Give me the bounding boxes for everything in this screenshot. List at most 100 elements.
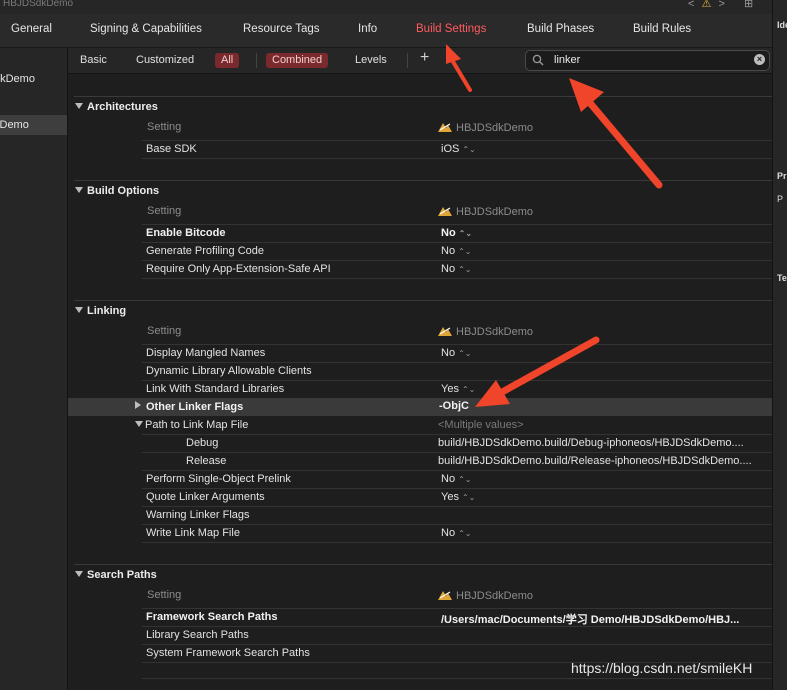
search-input[interactable] [554, 52, 744, 67]
setting-require-app-extension-safe-api[interactable]: Require Only App-Extension-Safe API [146, 263, 331, 275]
column-header-project: HBJDSdkDemo [437, 589, 533, 602]
stepper-icon: ⌃⌄ [461, 493, 476, 502]
setting-link-with-standard-libraries[interactable]: Link With Standard Libraries [146, 383, 284, 395]
row-divider [142, 488, 772, 489]
section-architectures[interactable]: Architectures [75, 101, 158, 113]
filter-levels-button[interactable]: Levels [349, 53, 393, 68]
disclosure-triangle-icon[interactable] [135, 421, 143, 427]
section-divider [74, 180, 772, 181]
sidebar-item-target[interactable]: kDemo [0, 115, 67, 135]
tab-build-rules[interactable]: Build Rules [633, 23, 691, 35]
setting-value-write-link-map-file[interactable]: No ⌃⌄ [441, 527, 471, 539]
setting-other-linker-flags[interactable]: Other Linker Flags [135, 401, 243, 413]
column-header-project: HBJDSdkDemo [437, 325, 533, 338]
setting-value-other-linker-flags[interactable]: -ObjC [439, 400, 469, 412]
setting-value-quote-linker-arguments[interactable]: Yes ⌃⌄ [441, 491, 475, 503]
setting-value-enable-bitcode[interactable]: No ⌃⌄ [441, 227, 472, 239]
stepper-icon: ⌃⌄ [458, 247, 472, 256]
disclosure-triangle-icon[interactable] [135, 401, 141, 409]
tab-build-settings[interactable]: Build Settings [416, 23, 486, 35]
warning-icon[interactable]: ⚠ [702, 0, 712, 10]
setting-write-link-map-file[interactable]: Write Link Map File [146, 527, 240, 539]
nav-forward-icon[interactable]: > [718, 0, 724, 10]
section-divider [74, 564, 772, 565]
filter-separator [256, 53, 257, 68]
disclosure-triangle-icon[interactable] [75, 187, 83, 193]
setting-release[interactable]: Release [186, 455, 226, 467]
arrow-to-search-field [569, 78, 663, 189]
row-divider [142, 260, 772, 261]
setting-library-search-paths[interactable]: Library Search Paths [146, 629, 249, 641]
stepper-icon: ⌃⌄ [458, 475, 472, 484]
filter-separator [407, 53, 408, 68]
setting-generate-profiling-code[interactable]: Generate Profiling Code [146, 245, 264, 257]
setting-value-framework-search-paths[interactable]: /Users/mac/Documents/学习 Demo/HBJDSdkDemo… [441, 611, 739, 627]
section-build-options[interactable]: Build Options [75, 185, 159, 197]
column-header-project: HBJDSdkDemo [437, 121, 533, 134]
setting-system-framework-search-paths[interactable]: System Framework Search Paths [146, 647, 310, 659]
setting-value-generate-profiling-code[interactable]: No ⌃⌄ [441, 245, 471, 257]
tab-general[interactable]: General [11, 23, 52, 35]
title-bar: HBJDSdkDemo < ⚠ > ⊞ [0, 0, 772, 14]
setting-value-require-app-extension-safe-api[interactable]: No ⌃⌄ [441, 263, 471, 275]
setting-enable-bitcode[interactable]: Enable Bitcode [146, 227, 225, 239]
search-field[interactable]: × [525, 50, 770, 71]
row-divider [142, 644, 772, 645]
setting-display-mangled-names[interactable]: Display Mangled Names [146, 347, 265, 359]
tab-resource-tags[interactable]: Resource Tags [243, 23, 320, 35]
editor-tab-bar: General Signing & Capabilities Resource … [0, 14, 772, 48]
setting-value-path-to-link-map-file[interactable]: <Multiple values> [438, 419, 524, 431]
nav-back-icon[interactable]: < [688, 0, 694, 10]
stepper-icon: ⌃⌄ [458, 229, 473, 238]
setting-quote-linker-arguments[interactable]: Quote Linker Arguments [146, 491, 265, 503]
stepper-icon: ⌃⌄ [462, 145, 476, 154]
setting-debug[interactable]: Debug [186, 437, 218, 449]
project-icon [438, 327, 452, 336]
row-divider [142, 626, 772, 627]
disclosure-triangle-icon[interactable] [75, 571, 83, 577]
clear-search-icon[interactable]: × [754, 54, 765, 65]
setting-value-base-sdk[interactable]: iOS ⌃⌄ [441, 143, 476, 155]
project-icon [438, 591, 452, 600]
nav-controls: < ⚠ > ⊞ [688, 0, 753, 10]
filter-combined-button[interactable]: Combined [266, 53, 329, 68]
stepper-icon: ⌃⌄ [458, 529, 472, 538]
setting-value-debug[interactable]: build/HBJDSdkDemo.build/Debug-iphoneos/H… [438, 437, 744, 449]
setting-perform-single-object-prelink[interactable]: Perform Single-Object Prelink [146, 473, 291, 485]
setting-base-sdk[interactable]: Base SDK [146, 143, 197, 155]
setting-dynamic-library-allowable-clients[interactable]: Dynamic Library Allowable Clients [146, 365, 312, 377]
row-divider [142, 242, 772, 243]
watermark: https://blog.csdn.net/smileKH [571, 660, 753, 676]
filter-customized-button[interactable]: Customized [130, 53, 200, 68]
setting-path-to-link-map-file[interactable]: Path to Link Map File [135, 419, 248, 431]
filter-all-button[interactable]: All [215, 53, 240, 68]
column-header-setting: Setting [147, 589, 182, 601]
row-divider [142, 158, 772, 159]
setting-warning-linker-flags[interactable]: Warning Linker Flags [146, 509, 250, 521]
section-divider [74, 300, 772, 301]
setting-value-display-mangled-names[interactable]: No ⌃⌄ [441, 347, 471, 359]
setting-framework-search-paths[interactable]: Framework Search Paths [146, 611, 277, 623]
row-divider [142, 224, 772, 225]
section-linking[interactable]: Linking [75, 305, 126, 317]
sidebar-item-project[interactable]: dkDemo [0, 69, 67, 89]
inspector-label-text: Te [777, 273, 787, 283]
row-divider [142, 542, 772, 543]
filter-basic-button[interactable]: Basic [74, 53, 113, 68]
row-divider [142, 506, 772, 507]
tab-info[interactable]: Info [358, 23, 377, 35]
stepper-icon: ⌃⌄ [458, 349, 472, 358]
inspector-label-project: Pr [777, 171, 787, 181]
disclosure-triangle-icon[interactable] [75, 307, 83, 313]
setting-value-perform-single-object-prelink[interactable]: No ⌃⌄ [441, 473, 471, 485]
setting-value-release[interactable]: build/HBJDSdkDemo.build/Release-iphoneos… [438, 455, 752, 467]
row-divider [142, 140, 772, 141]
tab-signing-capabilities[interactable]: Signing & Capabilities [90, 23, 202, 35]
setting-value-link-with-standard-libraries[interactable]: Yes ⌃⌄ [441, 383, 475, 395]
add-setting-button[interactable]: + [420, 49, 429, 67]
disclosure-triangle-icon[interactable] [75, 103, 83, 109]
tab-build-phases[interactable]: Build Phases [527, 23, 594, 35]
search-icon [532, 54, 544, 66]
split-view-icon[interactable]: ⊞ [744, 0, 753, 10]
section-search-paths[interactable]: Search Paths [75, 569, 157, 581]
